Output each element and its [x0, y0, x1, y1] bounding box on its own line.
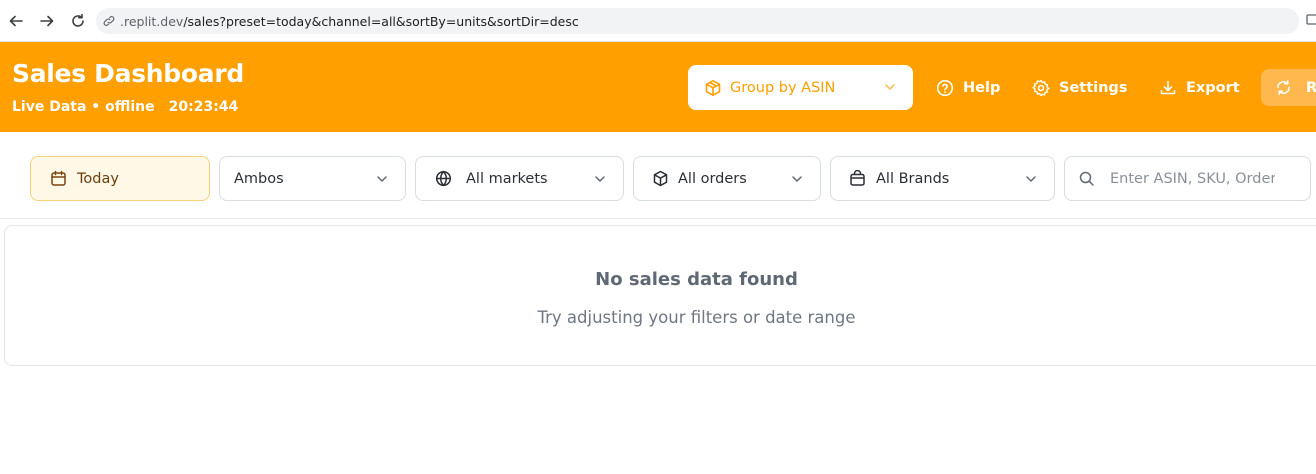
address-bar[interactable]: .replit.dev/sales?preset=today&channel=a…: [96, 8, 1299, 34]
chevron-down-icon: [885, 84, 895, 90]
empty-state-subtitle: Try adjusting your filters or date range: [537, 308, 856, 327]
markets-filter[interactable]: All markets: [415, 156, 624, 201]
clock-time: 20:23:44: [168, 99, 239, 115]
page-title: Sales Dashboard: [12, 59, 244, 88]
refresh-icon: [1277, 79, 1290, 96]
filter-bar: Today Ambos All markets All orders All B…: [0, 132, 1316, 219]
account-label: Ambos: [234, 170, 284, 187]
account-filter[interactable]: Ambos: [219, 156, 406, 201]
package-icon: [653, 170, 668, 187]
sales-results-panel: No sales data found Try adjusting your f…: [4, 225, 1316, 366]
help-circle-icon: [936, 79, 954, 96]
live-status: Live Data • offline 20:23:44: [12, 99, 238, 115]
gear-icon: [1032, 79, 1050, 96]
reload-icon: [72, 13, 84, 27]
chevron-down-icon: [595, 176, 605, 182]
group-by-select[interactable]: Group by ASIN: [688, 65, 913, 110]
markets-label: All markets: [466, 170, 548, 187]
reload-button[interactable]: [68, 11, 88, 31]
help-label: Help: [963, 79, 1001, 96]
settings-button[interactable]: Settings: [1032, 65, 1127, 110]
browser-toolbar: .replit.dev/sales?preset=today&channel=a…: [0, 0, 1316, 42]
chevron-down-icon: [377, 176, 387, 182]
orders-label: All orders: [678, 170, 747, 187]
back-button[interactable]: [6, 11, 26, 31]
settings-label: Settings: [1059, 79, 1128, 96]
arrow-left-icon: [9, 15, 23, 27]
refresh-label: R: [1306, 79, 1316, 96]
link-icon: [103, 16, 115, 26]
app-header: Sales Dashboard Live Data • offline 20:23…: [0, 42, 1316, 132]
export-label: Export: [1186, 79, 1240, 96]
url-host: .replit.dev: [120, 13, 184, 29]
export-button[interactable]: Export: [1159, 65, 1240, 110]
chevron-down-icon: [792, 176, 802, 182]
group-by-label: Group by ASIN: [730, 79, 836, 96]
brands-label: All Brands: [876, 170, 950, 187]
date-range-filter[interactable]: Today: [30, 156, 210, 201]
search-field[interactable]: [1064, 156, 1311, 201]
url-path: /sales?preset=today&channel=all&sortBy=u…: [183, 13, 579, 29]
orders-filter[interactable]: All orders: [633, 156, 821, 201]
search-icon: [1079, 171, 1094, 186]
shopping-bag-icon: [850, 170, 865, 186]
date-range-label: Today: [77, 170, 119, 187]
refresh-button[interactable]: R: [1261, 69, 1316, 106]
help-button[interactable]: Help: [936, 65, 1000, 110]
arrow-right-icon: [40, 15, 54, 27]
brands-filter[interactable]: All Brands: [830, 156, 1055, 201]
forward-button[interactable]: [37, 11, 57, 31]
download-icon: [1160, 80, 1176, 94]
empty-state-title: No sales data found: [595, 269, 798, 290]
globe-icon: [435, 170, 452, 187]
connection-status: Live Data • offline: [12, 99, 155, 115]
calendar-icon: [51, 170, 66, 186]
chevron-down-icon: [1026, 176, 1036, 182]
package-icon: [705, 79, 721, 96]
search-input[interactable]: [1110, 170, 1275, 187]
cast-icon[interactable]: [1306, 13, 1316, 27]
